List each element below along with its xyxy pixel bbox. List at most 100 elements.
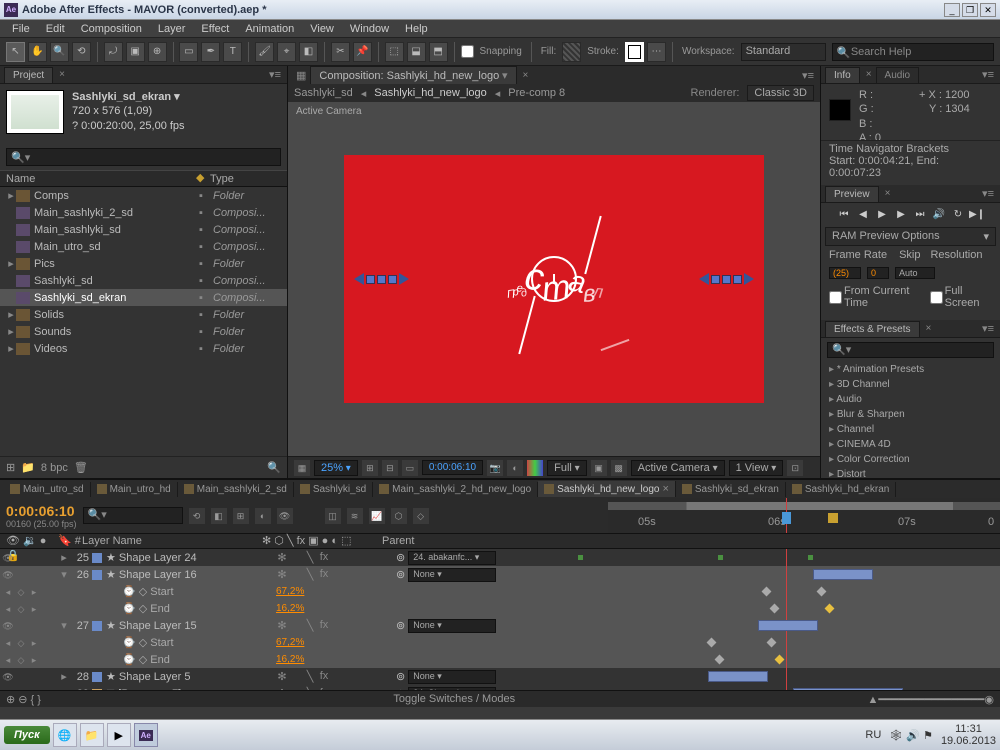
effects-presets-tab[interactable]: Effects & Presets — [825, 321, 920, 337]
brush-tool[interactable]: 🖌 — [255, 42, 274, 62]
project-item[interactable]: Main_sashlyki_sd▪Composi... — [0, 221, 287, 238]
panel-close-icon[interactable]: × — [55, 69, 69, 80]
audio-tab[interactable]: Audio — [876, 67, 920, 83]
transparency-icon[interactable]: ▩ — [611, 460, 627, 476]
work-area-marker[interactable] — [828, 513, 838, 523]
effects-category[interactable]: * Animation Presets — [821, 362, 1000, 377]
work-area-bar[interactable] — [608, 502, 1000, 510]
delete-icon[interactable]: 🗑 — [74, 461, 88, 474]
preview-tab[interactable]: Preview — [825, 186, 879, 202]
next-frame-button[interactable]: ▶ — [893, 207, 909, 223]
workspace-select[interactable]: Standard — [741, 43, 826, 61]
crumb-2[interactable]: Pre-comp 8 — [508, 87, 565, 99]
hand-tool[interactable]: ✋ — [28, 42, 47, 62]
from-current-checkbox[interactable]: From Current Time — [829, 285, 924, 309]
comp-mini-flowchart[interactable]: ⊞ — [233, 508, 249, 524]
stroke-options[interactable]: ⋯ — [647, 42, 666, 62]
menu-animation[interactable]: Animation — [237, 23, 302, 35]
effects-category[interactable]: 3D Channel — [821, 377, 1000, 392]
always-preview-icon[interactable]: ▦ — [294, 460, 310, 476]
comp-tab[interactable]: Composition: Sashlyki_hd_new_logo ▾ — [310, 66, 516, 84]
crumb-1[interactable]: Sashlyki_hd_new_logo — [374, 87, 487, 99]
text-tool[interactable]: T — [223, 42, 242, 62]
snapshot-icon[interactable]: 📷 — [487, 460, 503, 476]
axis-view[interactable]: ⬒ — [429, 42, 448, 62]
timeline-tab[interactable]: Main_sashlyki_2_hd_new_logo — [373, 482, 538, 497]
timeline-layer[interactable]: 👁 ▾ 26 ★ Shape Layer 16 ✻╲fx ⊚None ▾ — [0, 566, 1000, 583]
mute-button[interactable]: 🔊 — [931, 207, 947, 223]
roi-icon[interactable]: ▣ — [591, 460, 607, 476]
fill-swatch[interactable] — [562, 42, 581, 62]
start-button[interactable]: Пуск — [4, 726, 50, 744]
motion-blur-icon[interactable]: ≋ — [347, 508, 363, 524]
menu-effect[interactable]: Effect — [193, 23, 237, 35]
interpret-footage-icon[interactable]: ⊞ — [6, 461, 15, 474]
comp-tab-close[interactable]: × — [519, 70, 533, 81]
resolution-select[interactable]: Full ▾ — [547, 460, 587, 476]
menu-window[interactable]: Window — [342, 23, 397, 35]
timeline-tab[interactable]: Sashlyki_hd_ekran — [786, 482, 897, 497]
rotate-tool[interactable]: ⤾ — [104, 42, 123, 62]
menu-help[interactable]: Help — [397, 23, 436, 35]
draft-3d-icon[interactable]: ◐ — [255, 508, 271, 524]
timeline-property[interactable]: ◂◇▸ ⌚ ◇ End 16,2% — [0, 600, 1000, 617]
search-help[interactable]: 🔍 Search Help — [832, 43, 994, 61]
timeline-tab[interactable]: Main_utro_sd — [4, 482, 91, 497]
pen-tool[interactable]: ✒ — [201, 42, 220, 62]
full-screen-checkbox[interactable]: Full Screen — [930, 285, 992, 309]
views-select[interactable]: 1 View ▾ — [729, 460, 784, 476]
effects-category[interactable]: CINEMA 4D — [821, 437, 1000, 452]
view-camera-select[interactable]: Active Camera ▾ — [631, 460, 725, 476]
project-item[interactable]: ▸Videos▪Folder — [0, 340, 287, 357]
taskbar-ae[interactable]: Ae — [134, 723, 158, 747]
tl-icon[interactable]: ⟲ — [189, 508, 205, 524]
ram-preview-button[interactable]: ▶❙ — [969, 207, 985, 223]
comp-canvas[interactable]: Представл — [344, 155, 764, 403]
timeline-layer[interactable]: 👁 ▸ 25 ★ Shape Layer 24 ✻╲fx ⊚24. abakan… — [0, 549, 1000, 566]
timeline-tab[interactable]: Sashlyki_hd_new_logo × — [538, 481, 676, 497]
timeline-property[interactable]: ◂◇▸ ⌚ ◇ Start 67,2% — [0, 583, 1000, 600]
taskbar-ie[interactable]: 🌐 — [53, 723, 77, 747]
anchor-tool[interactable]: ⊕ — [148, 42, 167, 62]
eraser-tool[interactable]: ◧ — [299, 42, 318, 62]
timeline-search[interactable]: 🔍▾ — [83, 507, 183, 524]
project-item[interactable]: Main_utro_sd▪Composi... — [0, 238, 287, 255]
mask-icon[interactable]: ▭ — [402, 460, 418, 476]
selection-tool[interactable]: ↖ — [6, 42, 25, 62]
project-tab[interactable]: Project — [4, 67, 53, 83]
guides-icon[interactable]: ⊟ — [382, 460, 398, 476]
timeline-tab[interactable]: Main_utro_hd — [91, 482, 178, 497]
framerate-select[interactable]: (25) — [829, 267, 861, 279]
play-button[interactable]: ▶ — [874, 207, 890, 223]
project-item[interactable]: Main_sashlyki_2_sd▪Composi... — [0, 204, 287, 221]
mask-tool[interactable]: ▭ — [179, 42, 198, 62]
panel-menu-icon[interactable]: ▾≡ — [263, 68, 287, 81]
axis-world[interactable]: ⬓ — [407, 42, 426, 62]
menu-composition[interactable]: Composition — [73, 23, 150, 35]
maximize-button[interactable]: ❐ — [962, 3, 978, 17]
current-time-indicator[interactable] — [786, 498, 787, 533]
renderer-select[interactable]: Classic 3D — [747, 85, 814, 101]
pixel-aspect-icon[interactable]: ⊡ — [787, 460, 803, 476]
col-parent[interactable]: Parent — [382, 534, 482, 548]
lang-indicator[interactable]: RU — [865, 729, 881, 741]
taskbar-explorer[interactable]: 📁 — [80, 723, 104, 747]
timeline-property[interactable]: ◂◇▸ ⌚ ◇ End 16,2% — [0, 651, 1000, 668]
axis-local[interactable]: ⬚ — [385, 42, 404, 62]
toggle-switches-button[interactable]: Toggle Switches / Modes — [393, 693, 515, 705]
pin-tool[interactable]: 📌 — [353, 42, 372, 62]
effects-category[interactable]: Blur & Sharpen — [821, 407, 1000, 422]
timecode-display[interactable]: 0:00:06:10 — [422, 460, 483, 475]
shy-icon[interactable]: 👁 — [277, 508, 293, 524]
time-ruler[interactable]: 05s 06s 07s 0 — [608, 516, 1000, 533]
effects-category[interactable]: Audio — [821, 392, 1000, 407]
clock-time[interactable]: 11:31 — [941, 723, 996, 735]
snapping-checkbox[interactable] — [461, 45, 474, 58]
timeline-tab[interactable]: Main_sashlyki_2_sd — [178, 482, 294, 497]
prev-frame-button[interactable]: ◀ — [855, 207, 871, 223]
comp-viewer[interactable]: Active Camera Представл — [288, 102, 820, 456]
last-frame-button[interactable]: ⏭ — [912, 207, 928, 223]
transform-handles-left[interactable] — [348, 273, 415, 285]
new-folder-icon[interactable]: 📁 — [21, 461, 35, 474]
timeline-layer[interactable]: 👁 ▸ 28 ★ Shape Layer 5 ✻╲fx ⊚None ▾ — [0, 668, 1000, 685]
